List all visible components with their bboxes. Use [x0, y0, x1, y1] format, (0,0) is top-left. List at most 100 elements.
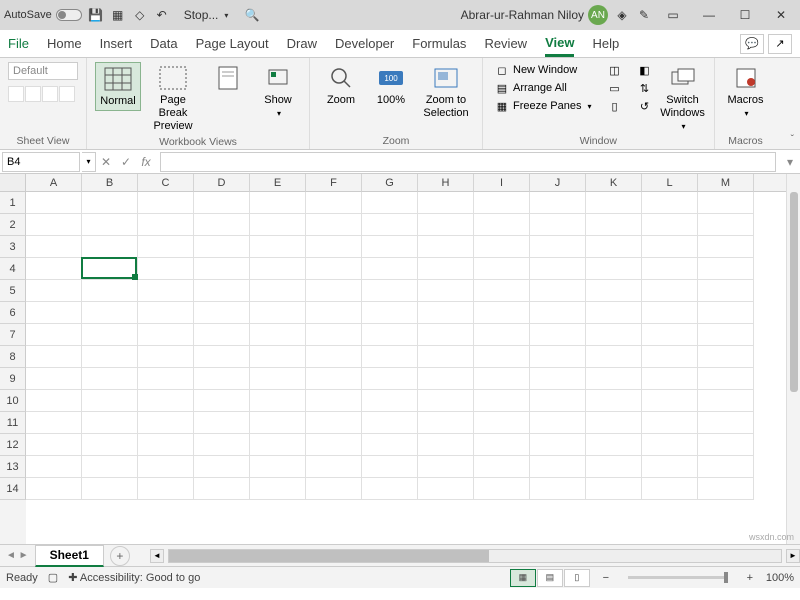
cell-L1[interactable] — [642, 192, 698, 214]
view-side-button[interactable]: ◧ — [634, 62, 656, 78]
cell-M3[interactable] — [698, 236, 754, 258]
sync-scroll-button[interactable]: ⇅ — [634, 80, 656, 96]
row-header-9[interactable]: 9 — [0, 368, 26, 390]
cell-A11[interactable] — [26, 412, 82, 434]
column-header-G[interactable]: G — [362, 174, 418, 192]
cell-A7[interactable] — [26, 324, 82, 346]
cell-B6[interactable] — [82, 302, 138, 324]
cell-I10[interactable] — [474, 390, 530, 412]
column-header-L[interactable]: L — [642, 174, 698, 192]
cell-J11[interactable] — [530, 412, 586, 434]
cell-B14[interactable] — [82, 478, 138, 500]
cell-A12[interactable] — [26, 434, 82, 456]
cell-E5[interactable] — [250, 280, 306, 302]
cell-C10[interactable] — [138, 390, 194, 412]
cell-G7[interactable] — [362, 324, 418, 346]
column-header-K[interactable]: K — [586, 174, 642, 192]
cell-C13[interactable] — [138, 456, 194, 478]
cell-B4[interactable] — [82, 258, 138, 280]
cell-F2[interactable] — [306, 214, 362, 236]
cell-M1[interactable] — [698, 192, 754, 214]
cell-I4[interactable] — [474, 258, 530, 280]
cell-J10[interactable] — [530, 390, 586, 412]
cell-J12[interactable] — [530, 434, 586, 456]
cell-I14[interactable] — [474, 478, 530, 500]
cell-M11[interactable] — [698, 412, 754, 434]
cell-L11[interactable] — [642, 412, 698, 434]
cell-I13[interactable] — [474, 456, 530, 478]
freeze-panes-button[interactable]: ▦Freeze Panes▾ — [491, 98, 596, 114]
zoom-slider[interactable] — [628, 576, 728, 579]
tab-pagelayout[interactable]: Page Layout — [196, 32, 269, 55]
cell-J8[interactable] — [530, 346, 586, 368]
cell-C6[interactable] — [138, 302, 194, 324]
cell-G8[interactable] — [362, 346, 418, 368]
cell-G2[interactable] — [362, 214, 418, 236]
cell-C7[interactable] — [138, 324, 194, 346]
cell-K13[interactable] — [586, 456, 642, 478]
cell-K9[interactable] — [586, 368, 642, 390]
cell-A5[interactable] — [26, 280, 82, 302]
vscroll-thumb[interactable] — [790, 192, 798, 392]
cell-H1[interactable] — [418, 192, 474, 214]
cell-M14[interactable] — [698, 478, 754, 500]
cell-E11[interactable] — [250, 412, 306, 434]
cell-B11[interactable] — [82, 412, 138, 434]
cell-E3[interactable] — [250, 236, 306, 258]
cell-M2[interactable] — [698, 214, 754, 236]
cell-G12[interactable] — [362, 434, 418, 456]
row-header-4[interactable]: 4 — [0, 258, 26, 280]
cell-F9[interactable] — [306, 368, 362, 390]
hide-button[interactable]: ▭ — [604, 80, 626, 96]
chevron-down-icon[interactable]: ▾ — [224, 11, 228, 20]
cell-D4[interactable] — [194, 258, 250, 280]
cell-K2[interactable] — [586, 214, 642, 236]
add-sheet-button[interactable]: + — [110, 546, 130, 566]
cell-M7[interactable] — [698, 324, 754, 346]
tab-formulas[interactable]: Formulas — [412, 32, 466, 55]
cell-K1[interactable] — [586, 192, 642, 214]
cell-D14[interactable] — [194, 478, 250, 500]
cell-K4[interactable] — [586, 258, 642, 280]
cell-D1[interactable] — [194, 192, 250, 214]
cell-K5[interactable] — [586, 280, 642, 302]
column-header-B[interactable]: B — [82, 174, 138, 192]
cell-E2[interactable] — [250, 214, 306, 236]
cell-J13[interactable] — [530, 456, 586, 478]
cell-K8[interactable] — [586, 346, 642, 368]
hscroll-left-icon[interactable]: ◄ — [150, 549, 164, 563]
expand-fx-icon[interactable]: ▾ — [780, 155, 800, 169]
cell-E10[interactable] — [250, 390, 306, 412]
cell-A4[interactable] — [26, 258, 82, 280]
tab-data[interactable]: Data — [150, 32, 177, 55]
cell-M5[interactable] — [698, 280, 754, 302]
column-header-F[interactable]: F — [306, 174, 362, 192]
cell-M4[interactable] — [698, 258, 754, 280]
cell-E13[interactable] — [250, 456, 306, 478]
cell-B3[interactable] — [82, 236, 138, 258]
diamond-icon[interactable]: ◈ — [614, 7, 630, 23]
normal-view-button[interactable]: Normal — [95, 62, 141, 111]
row-header-13[interactable]: 13 — [0, 456, 26, 478]
page-layout-button[interactable] — [205, 62, 251, 94]
column-header-M[interactable]: M — [698, 174, 754, 192]
cell-M13[interactable] — [698, 456, 754, 478]
accessibility-status[interactable]: ✚ Accessibility: Good to go — [68, 571, 200, 584]
user-account[interactable]: Abrar-ur-Rahman Niloy AN — [461, 5, 608, 25]
cell-B12[interactable] — [82, 434, 138, 456]
cell-G14[interactable] — [362, 478, 418, 500]
cell-J7[interactable] — [530, 324, 586, 346]
cell-G10[interactable] — [362, 390, 418, 412]
autosave-toggle[interactable]: AutoSave — [4, 9, 82, 21]
cell-J3[interactable] — [530, 236, 586, 258]
cell-M8[interactable] — [698, 346, 754, 368]
cell-J9[interactable] — [530, 368, 586, 390]
cell-B13[interactable] — [82, 456, 138, 478]
exit-view-icon[interactable] — [25, 86, 41, 102]
zoom-100-button[interactable]: 100 100% — [368, 62, 414, 109]
cells-area[interactable] — [26, 192, 786, 544]
cell-C1[interactable] — [138, 192, 194, 214]
cell-E7[interactable] — [250, 324, 306, 346]
cell-B5[interactable] — [82, 280, 138, 302]
cell-A10[interactable] — [26, 390, 82, 412]
